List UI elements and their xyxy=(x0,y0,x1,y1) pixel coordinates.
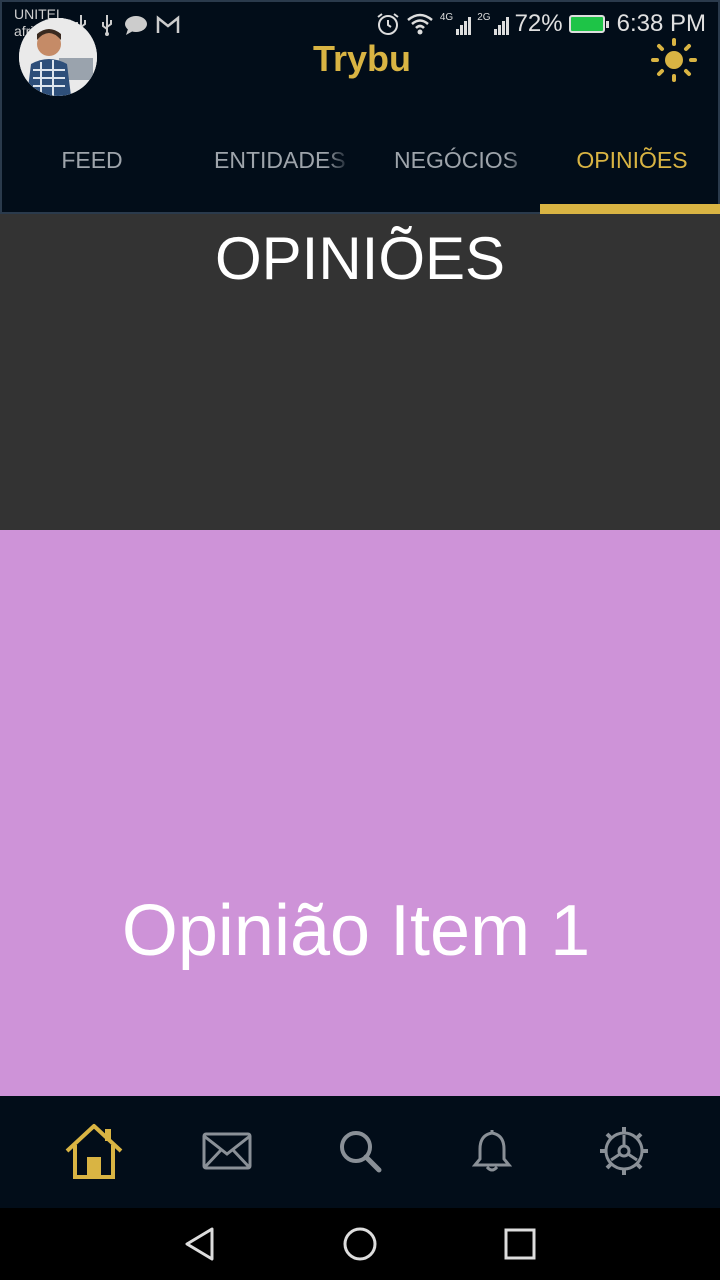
bell-icon xyxy=(472,1130,512,1172)
home-icon xyxy=(65,1124,123,1179)
tab-feed[interactable]: FEED xyxy=(2,120,182,200)
tab-bar: FEED ENTIDADES NEGÓCIOS OPINIÕES xyxy=(2,120,720,216)
tab-negocios[interactable]: NEGÓCIOS xyxy=(362,120,542,200)
app-bar: UNITEL africell 4G 2G 72% 6:38 PM xyxy=(0,0,720,214)
search-icon xyxy=(340,1131,382,1173)
nav-settings[interactable] xyxy=(589,1116,659,1186)
sun-icon[interactable] xyxy=(650,38,698,82)
header-panel: OPINIÕES xyxy=(0,214,720,530)
nav-home[interactable] xyxy=(59,1116,129,1186)
list-item[interactable]: Opinião Item 1 xyxy=(0,530,720,1096)
tab-entidades[interactable]: ENTIDADES xyxy=(182,120,362,200)
status-right: 4G 2G 72% 6:38 PM xyxy=(376,10,706,38)
back-icon[interactable] xyxy=(182,1226,218,1262)
battery-icon xyxy=(568,15,609,33)
gmail-icon xyxy=(156,15,180,33)
signal-icon-2: 2G xyxy=(477,13,509,35)
wifi-icon xyxy=(407,13,433,35)
list-item-label: Opinião Item 1 xyxy=(121,891,591,971)
settings-icon xyxy=(600,1127,648,1175)
nav-notifications[interactable] xyxy=(457,1116,527,1186)
home-circle-icon[interactable] xyxy=(342,1226,378,1262)
usb-icon xyxy=(102,15,112,36)
alarm-icon xyxy=(377,13,399,35)
bottom-nav xyxy=(0,1096,720,1208)
nav-messages[interactable] xyxy=(192,1116,262,1186)
tab-indicator xyxy=(540,204,720,214)
mail-icon xyxy=(202,1132,252,1170)
recents-icon[interactable] xyxy=(502,1226,538,1262)
battery-percent: 72% xyxy=(514,10,563,37)
page-title: OPINIÕES xyxy=(214,225,506,292)
tab-opinioes[interactable]: OPINIÕES xyxy=(542,120,720,200)
app-title: Trybu xyxy=(312,38,411,79)
clock: 6:38 PM xyxy=(616,10,706,37)
system-nav-bar xyxy=(0,1208,720,1280)
nav-search[interactable] xyxy=(325,1116,395,1186)
signal-icon-1: 4G xyxy=(440,13,472,35)
chat-icon xyxy=(125,16,147,35)
